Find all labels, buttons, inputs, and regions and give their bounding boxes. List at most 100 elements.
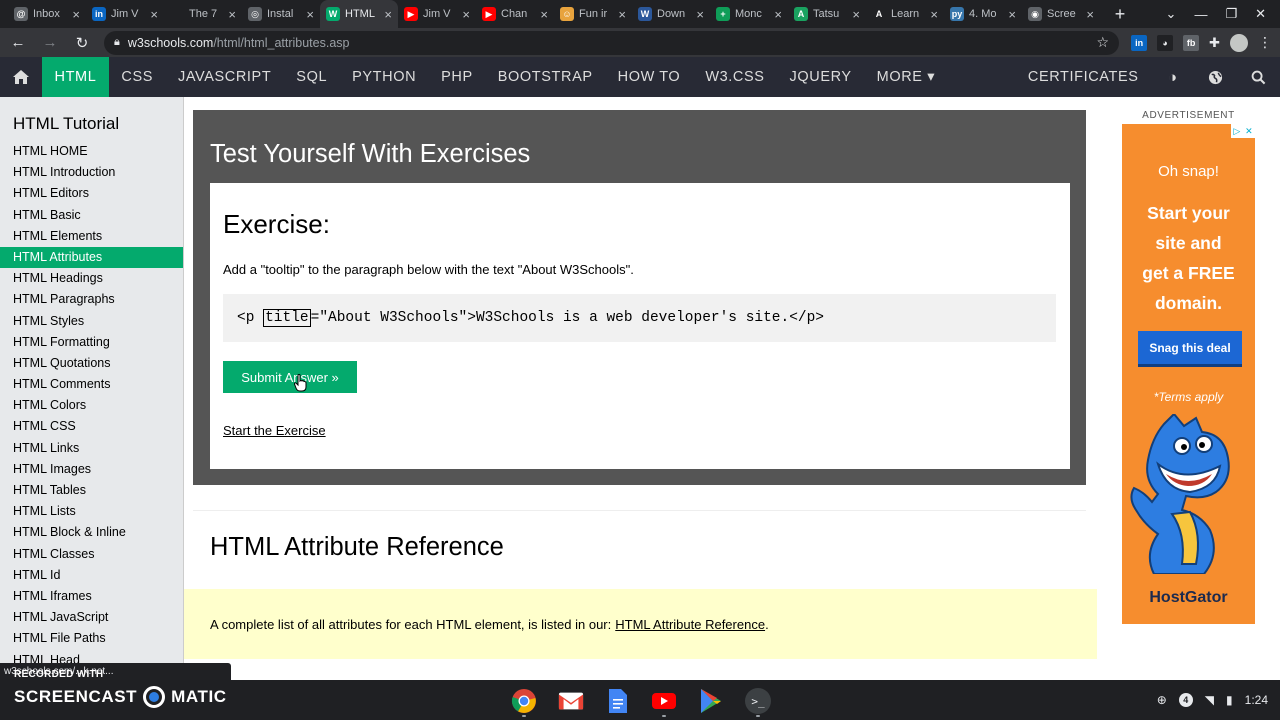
certificates-link[interactable]: CERTIFICATES	[1015, 57, 1151, 97]
browser-tab[interactable]: ◎ Instal ×	[242, 0, 320, 28]
browser-tab[interactable]: W Down ×	[632, 0, 710, 28]
ad-cta-button[interactable]: Snag this deal	[1138, 331, 1242, 367]
close-window-icon[interactable]: ✕	[1255, 6, 1266, 22]
new-tab-button[interactable]: +	[1106, 4, 1134, 25]
nav-item[interactable]: CSS	[109, 57, 166, 97]
nav-item[interactable]: HTML	[42, 57, 109, 97]
back-icon[interactable]: ←	[8, 34, 28, 51]
notification-badge[interactable]: 4	[1178, 693, 1193, 707]
sidebar-item[interactable]: HTML Colors	[0, 395, 183, 416]
submit-answer-button[interactable]: Submit Answer »	[223, 361, 357, 393]
linkedin-extension-icon[interactable]: in	[1131, 34, 1148, 51]
terminal-app-icon[interactable]: >_	[745, 688, 771, 714]
browser-tab[interactable]: A Tatsu ×	[788, 0, 866, 28]
start-exercise-link[interactable]: Start the Exercise	[223, 423, 326, 438]
sidebar-item[interactable]: HTML Id	[0, 565, 183, 586]
nav-item[interactable]: PYTHON	[340, 57, 429, 97]
extension-icon[interactable]: fb	[1183, 34, 1200, 51]
sidebar-item[interactable]: HTML Block & Inline	[0, 522, 183, 543]
tab-close-icon[interactable]: ×	[852, 7, 860, 22]
dark-mode-icon[interactable]: ◑	[1151, 57, 1194, 97]
browser-tab[interactable]: ▶ Chan ×	[476, 0, 554, 28]
tab-close-icon[interactable]: ×	[150, 7, 158, 22]
chrome-app-icon[interactable]	[511, 688, 537, 714]
sidebar-item[interactable]: HTML Iframes	[0, 586, 183, 607]
sidebar-item[interactable]: HTML JavaScript	[0, 607, 183, 628]
tab-close-icon[interactable]: ×	[618, 7, 626, 22]
browser-tab[interactable]: in Jim V ×	[86, 0, 164, 28]
nav-item[interactable]: PHP	[429, 57, 486, 97]
sidebar-item[interactable]: HTML Elements	[0, 226, 183, 247]
sidebar-item[interactable]: HTML HOME	[0, 141, 183, 162]
reload-icon[interactable]: ↻	[72, 34, 92, 52]
ad-close-icon[interactable]: ▷ ✕	[1231, 124, 1255, 138]
browser-tab[interactable]: A Learn ×	[866, 0, 944, 28]
nav-item[interactable]: HOW TO	[605, 57, 693, 97]
attribute-reference-link[interactable]: HTML Attribute Reference	[615, 617, 765, 632]
tab-close-icon[interactable]: ×	[930, 7, 938, 22]
sidebar-item[interactable]: HTML Classes	[0, 544, 183, 565]
nav-item[interactable]: BOOTSTRAP	[485, 57, 605, 97]
play-store-app-icon[interactable]	[698, 688, 724, 714]
hostgator-ad[interactable]: ▷ ✕ Oh snap! Start your site and get a FR…	[1122, 124, 1255, 624]
sidebar-item[interactable]: HTML Links	[0, 438, 183, 459]
tab-close-icon[interactable]: ×	[696, 7, 704, 22]
sidebar-item[interactable]: HTML Headings	[0, 268, 183, 289]
browser-tab[interactable]: ◉ Scree ×	[1022, 0, 1100, 28]
tab-close-icon[interactable]: ×	[462, 7, 470, 22]
sidebar-item[interactable]: HTML Tables	[0, 480, 183, 501]
profile-avatar[interactable]	[1230, 33, 1248, 52]
sidebar-item[interactable]: HTML Formatting	[0, 332, 183, 353]
browser-tab[interactable]: ☺ Fun ir ×	[554, 0, 632, 28]
sidebar-item[interactable]: HTML Basic	[0, 205, 183, 226]
globe-icon[interactable]	[1194, 57, 1237, 97]
tab-close-icon[interactable]: ×	[774, 7, 782, 22]
browser-tab[interactable]: The 7 ×	[164, 0, 242, 28]
address-bar[interactable]: 🔒︎ w3schools.com/html/html_attributes.as…	[104, 30, 1120, 55]
browser-tab[interactable]: @ Inbox ×	[8, 0, 86, 28]
youtube-app-icon[interactable]	[651, 688, 677, 714]
sidebar-item[interactable]: HTML Lists	[0, 501, 183, 522]
zoom-icon[interactable]: ⊕	[1157, 693, 1167, 707]
sidebar-item[interactable]: HTML Comments	[0, 374, 183, 395]
sidebar-item[interactable]: HTML Introduction	[0, 162, 183, 183]
sidebar-item[interactable]: HTML File Paths	[0, 628, 183, 649]
tab-close-icon[interactable]: ×	[1008, 7, 1016, 22]
sidebar-item[interactable]: HTML Styles	[0, 311, 183, 332]
search-icon[interactable]	[1237, 57, 1280, 97]
menu-kebab-icon[interactable]: ⋮	[1258, 34, 1272, 51]
google-docs-app-icon[interactable]	[605, 688, 631, 714]
bookmark-star-icon[interactable]: ☆	[1097, 34, 1110, 51]
forward-icon[interactable]: →	[40, 34, 60, 51]
system-tray[interactable]: ⊕ 4 ◥ ▮ 1:24	[1157, 680, 1268, 720]
nav-item[interactable]: W3.CSS	[693, 57, 777, 97]
nav-item[interactable]: JAVASCRIPT	[166, 57, 284, 97]
puzzle-extensions-icon[interactable]: ✚	[1209, 35, 1220, 51]
sidebar-item[interactable]: HTML CSS	[0, 416, 183, 437]
extension-icon[interactable]: ◕	[1157, 34, 1174, 51]
browser-tab[interactable]: W HTML ×	[320, 0, 398, 28]
nav-item[interactable]: MORE ▾	[864, 57, 947, 97]
sidebar-item[interactable]: HTML Paragraphs	[0, 289, 183, 310]
browser-tab[interactable]: + Monc ×	[710, 0, 788, 28]
maximize-icon[interactable]: ❐	[1225, 6, 1237, 22]
tab-close-icon[interactable]: ×	[228, 7, 236, 22]
browser-tab[interactable]: ▶ Jim V ×	[398, 0, 476, 28]
tab-close-icon[interactable]: ×	[72, 7, 80, 22]
sidebar-item[interactable]: HTML Attributes	[0, 246, 183, 269]
sidebar-item[interactable]: HTML Images	[0, 459, 183, 480]
sidebar-item[interactable]: HTML Quotations	[0, 353, 183, 374]
tab-close-icon[interactable]: ×	[1086, 7, 1094, 22]
home-icon[interactable]	[0, 57, 42, 97]
nav-item[interactable]: SQL	[284, 57, 340, 97]
tab-close-icon[interactable]: ×	[540, 7, 548, 22]
browser-tab[interactable]: py 4. Mo ×	[944, 0, 1022, 28]
minimize-icon[interactable]: —	[1194, 7, 1207, 22]
tab-search-icon[interactable]: ⌄	[1166, 6, 1177, 22]
nav-item[interactable]: JQUERY	[777, 57, 864, 97]
answer-input[interactable]: title	[263, 309, 311, 327]
tab-close-icon[interactable]: ×	[384, 7, 392, 22]
sidebar-item[interactable]: HTML Editors	[0, 183, 183, 204]
tab-close-icon[interactable]: ×	[306, 7, 314, 22]
gmail-app-icon[interactable]	[558, 688, 584, 714]
